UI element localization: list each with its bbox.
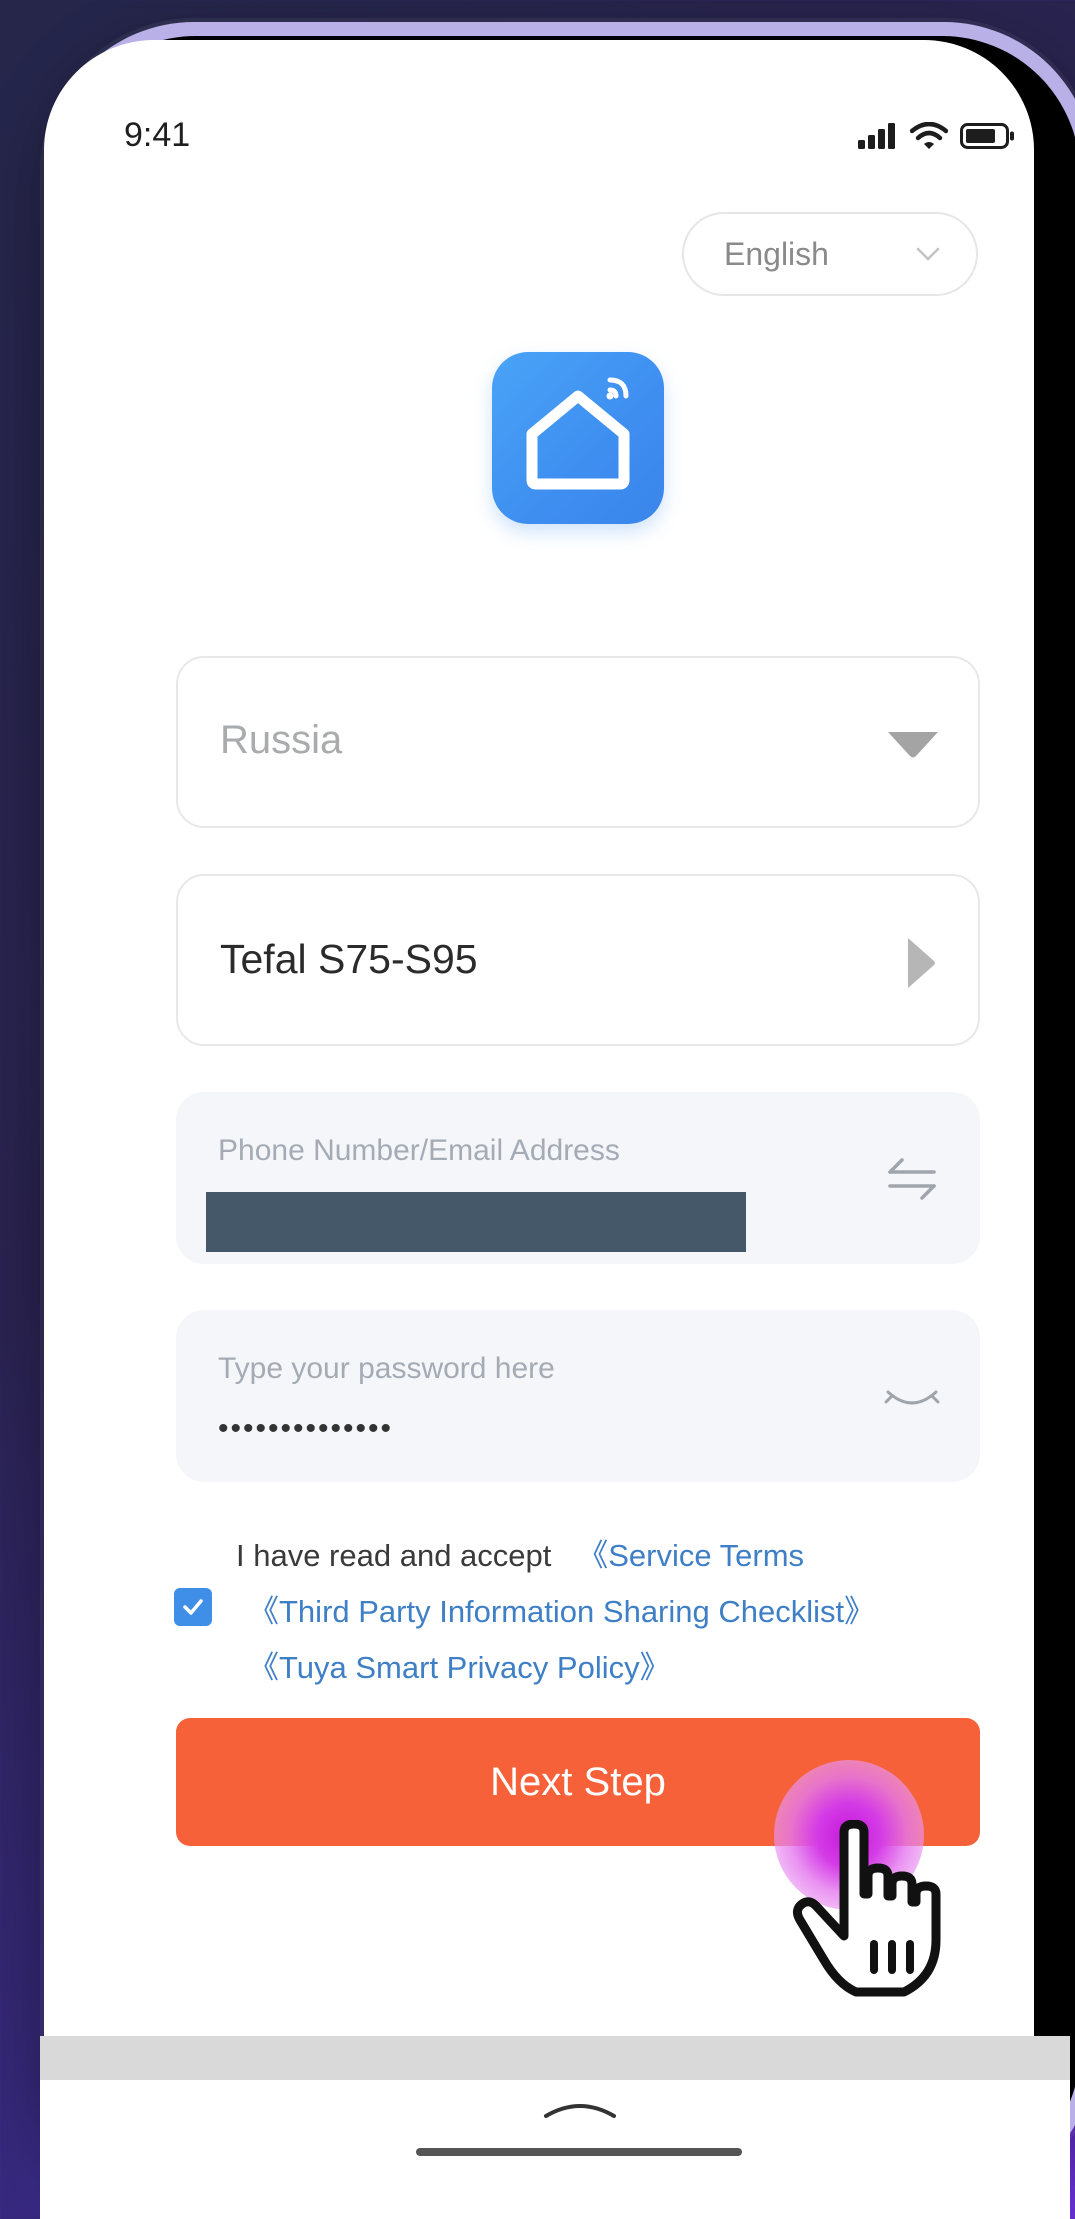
account-label: Phone Number/Email Address: [218, 1134, 620, 1167]
home-indicator[interactable]: [416, 2148, 742, 2156]
bottom-divider-bar: [40, 2036, 1070, 2080]
check-icon: [183, 1599, 203, 1615]
country-value: Russia: [220, 718, 343, 762]
third-party-checklist-link[interactable]: 《Third Party Information Sharing Checkli…: [248, 1594, 875, 1629]
device-select[interactable]: Tefal S75-S95: [176, 874, 980, 1046]
agreement-checkbox[interactable]: [174, 1588, 212, 1626]
hand-pointer-icon: [792, 1820, 941, 1997]
password-input[interactable]: Type your password here ••••••••••••••: [176, 1310, 980, 1482]
signal-icon: [858, 123, 895, 149]
agreement-line-2: 《Third Party Information Sharing Checkli…: [248, 1584, 875, 1640]
redacted-account-value: [206, 1192, 746, 1252]
chevron-down-icon: [916, 247, 940, 261]
status-time: 9:41: [124, 116, 191, 154]
caret-down-icon: [888, 732, 938, 758]
language-label: English: [724, 235, 829, 272]
chevron-up-icon[interactable]: [542, 2092, 618, 2122]
smart-home-logo-icon: [526, 377, 630, 490]
switch-arrows-icon[interactable]: [882, 1148, 942, 1208]
battery-icon: [960, 123, 1014, 149]
password-value: ••••••••••••••: [218, 1412, 394, 1445]
eye-closed-icon[interactable]: [882, 1380, 942, 1420]
device-value: Tefal S75-S95: [220, 936, 478, 982]
password-label: Type your password here: [218, 1352, 555, 1385]
app-logo: [492, 352, 664, 524]
language-select[interactable]: English: [682, 212, 978, 296]
status-icons: [858, 122, 1075, 150]
caret-right-icon: [908, 938, 935, 988]
agreement-prefix: I have read and accept: [236, 1538, 552, 1573]
privacy-policy-link[interactable]: 《Tuya Smart Privacy Policy》: [248, 1650, 671, 1685]
account-input[interactable]: Phone Number/Email Address: [176, 1092, 980, 1264]
agreement-line-3: 《Tuya Smart Privacy Policy》: [248, 1640, 671, 1696]
service-terms-link[interactable]: 《Service Terms: [577, 1538, 804, 1573]
agreement-line-1: I have read and accept 《Service Terms: [236, 1528, 804, 1584]
country-select[interactable]: Russia: [176, 656, 980, 828]
wifi-icon: [910, 122, 948, 149]
